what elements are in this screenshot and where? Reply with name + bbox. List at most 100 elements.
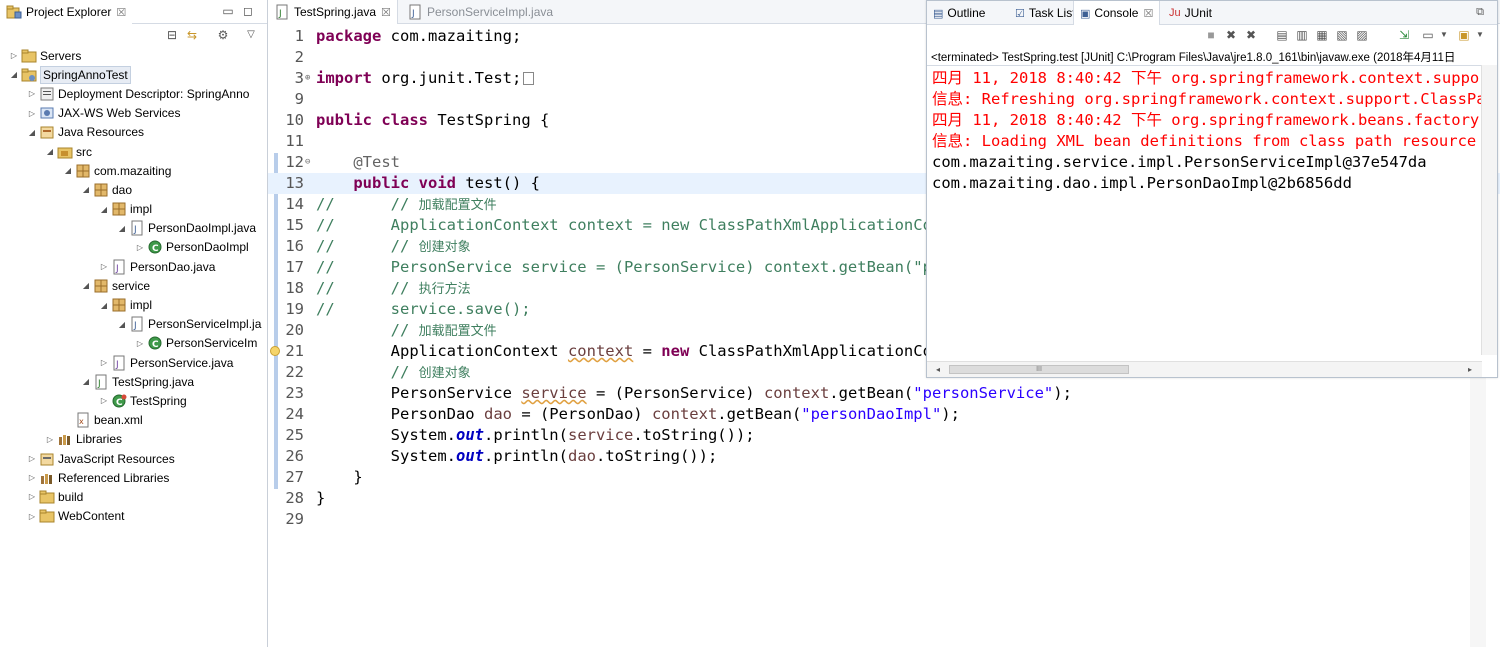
expand-fold-icon[interactable]: ⊕: [305, 68, 310, 89]
collapsed-twisty-icon[interactable]: ▷: [98, 358, 110, 367]
remove-launch-icon[interactable]: ✖: [1224, 28, 1238, 42]
tree-item[interactable]: ◢ impl: [0, 200, 267, 219]
expanded-twisty-icon[interactable]: ◢: [80, 185, 92, 194]
clear-console-icon[interactable]: ▤: [1275, 28, 1289, 42]
show-on-error-icon[interactable]: ▨: [1355, 28, 1369, 42]
code-line[interactable]: 25 System.out.println(service.toString()…: [268, 425, 1500, 446]
scrollbar-thumb[interactable]: III: [949, 365, 1129, 374]
tree-item[interactable]: ▷ C TestSpring: [0, 391, 267, 410]
pin-console-icon[interactable]: ⇲: [1397, 28, 1411, 42]
tree-item[interactable]: ▷ build: [0, 487, 267, 506]
link-with-editor-icon[interactable]: ⇆: [185, 28, 199, 42]
scroll-left-icon[interactable]: ◂: [931, 363, 945, 377]
collapsed-twisty-icon[interactable]: ▷: [44, 435, 56, 444]
collapsed-twisty-icon[interactable]: ▷: [26, 109, 38, 118]
console-output[interactable]: 四月 11, 2018 8:40:42 下午 org.springframewo…: [927, 65, 1482, 356]
editor-tab[interactable]: J PersonServiceImpl.java: [401, 0, 559, 24]
minimize-icon[interactable]: ▭: [221, 4, 235, 18]
expanded-twisty-icon[interactable]: ◢: [80, 377, 92, 386]
interface-file-icon: J: [111, 355, 127, 371]
editor-tab[interactable]: J TestSpring.java ☒: [268, 0, 398, 24]
close-icon[interactable]: ☒: [1143, 7, 1153, 20]
tree-item[interactable]: ▷ WebContent: [0, 507, 267, 526]
tree-item[interactable]: ◢ impl: [0, 295, 267, 314]
tree-item[interactable]: ▷ JavaScript Resources: [0, 449, 267, 468]
expanded-twisty-icon[interactable]: ◢: [98, 205, 110, 214]
console-area-tab[interactable]: ▤ Outline: [927, 1, 991, 25]
collapsed-twisty-icon[interactable]: ▷: [26, 454, 38, 463]
code-line[interactable]: 27 }: [268, 467, 1500, 488]
expanded-twisty-icon[interactable]: ◢: [98, 301, 110, 310]
tree-item[interactable]: ▷ JAX-WS Web Services: [0, 104, 267, 123]
tree-item[interactable]: ▷ Libraries: [0, 430, 267, 449]
close-icon[interactable]: ☒: [381, 6, 391, 19]
javascript-icon: [39, 451, 55, 467]
tree-item[interactable]: ◢ J TestSpring.java: [0, 372, 267, 391]
tree-item[interactable]: ◢ dao: [0, 180, 267, 199]
chevron-down-icon[interactable]: ▼: [1437, 28, 1451, 42]
collapsed-twisty-icon[interactable]: ▷: [134, 339, 146, 348]
close-icon[interactable]: ☒: [116, 6, 126, 19]
tree-item[interactable]: ▷ Referenced Libraries: [0, 468, 267, 487]
tree-item[interactable]: ◢ J PersonServiceImpl.ja: [0, 315, 267, 334]
view-menu-options-icon[interactable]: ⚙: [216, 28, 230, 42]
console-area-tab[interactable]: ☑ Task List: [1009, 1, 1082, 25]
tree-item[interactable]: ◢ com.mazaiting: [0, 161, 267, 180]
display-selected-console-icon[interactable]: ▭: [1421, 28, 1435, 42]
code-line[interactable]: 26 System.out.println(dao.toString());: [268, 446, 1500, 467]
expanded-twisty-icon[interactable]: ◢: [80, 281, 92, 290]
tree-item[interactable]: ◢ Java Resources: [0, 123, 267, 142]
show-on-output-icon[interactable]: ▧: [1335, 28, 1349, 42]
expanded-twisty-icon[interactable]: ◢: [44, 147, 56, 156]
scroll-lock-icon[interactable]: ▥: [1295, 28, 1309, 42]
scroll-right-icon[interactable]: ▸: [1463, 363, 1477, 377]
tab-project-explorer[interactable]: Project Explorer ☒: [0, 0, 133, 24]
tree-item[interactable]: ◢ src: [0, 142, 267, 161]
collapse-fold-icon[interactable]: ⊖: [305, 152, 310, 173]
collapsed-twisty-icon[interactable]: ▷: [98, 396, 110, 405]
collapse-all-icon[interactable]: ⊟: [165, 28, 179, 42]
chevron-down-icon[interactable]: ▼: [1473, 28, 1487, 42]
console-area-tab[interactable]: Ju JUnit: [1163, 1, 1218, 25]
terminate-icon[interactable]: ■: [1204, 28, 1218, 42]
tree-item[interactable]: ▷ C PersonDaoImpl: [0, 238, 267, 257]
expanded-twisty-icon[interactable]: ◢: [26, 128, 38, 137]
tree-item[interactable]: ▷ Servers: [0, 46, 267, 65]
console-area-tab[interactable]: ▣ Console ☒: [1073, 1, 1161, 25]
line-number: 12: [285, 153, 304, 171]
expanded-twisty-icon[interactable]: ◢: [116, 224, 128, 233]
console-process-header: <terminated> TestSpring.test [JUnit] C:\…: [931, 52, 1456, 64]
console-horizontal-scrollbar[interactable]: ◂ III ▸: [927, 361, 1482, 377]
restore-icon[interactable]: ⧉: [1473, 5, 1487, 19]
tree-item[interactable]: ▷ J PersonService.java: [0, 353, 267, 372]
code-line[interactable]: 28}: [268, 488, 1500, 509]
tree-item[interactable]: ◢ SpringAnnoTest: [0, 65, 267, 84]
collapsed-twisty-icon[interactable]: ▷: [98, 262, 110, 271]
expanded-twisty-icon[interactable]: ◢: [8, 70, 20, 79]
tree-item[interactable]: ▷ Deployment Descriptor: SpringAnno: [0, 84, 267, 103]
expanded-twisty-icon[interactable]: ◢: [62, 166, 74, 175]
tree-item[interactable]: ◢ service: [0, 276, 267, 295]
tree-item[interactable]: ▷ J PersonDao.java: [0, 257, 267, 276]
tree-item[interactable]: ◢ J PersonDaoImpl.java: [0, 219, 267, 238]
warning-marker-icon[interactable]: [270, 346, 280, 356]
collapsed-twisty-icon[interactable]: ▷: [26, 89, 38, 98]
code-line[interactable]: 24 PersonDao dao = (PersonDao) context.g…: [268, 404, 1500, 425]
collapsed-twisty-icon[interactable]: ▷: [26, 512, 38, 521]
code-line[interactable]: 23 PersonService service = (PersonServic…: [268, 383, 1500, 404]
maximize-icon[interactable]: ◻: [241, 4, 255, 18]
tree-item[interactable]: x bean.xml: [0, 411, 267, 430]
remove-all-launches-icon[interactable]: ✖: [1244, 28, 1258, 42]
junit-file-icon: J: [93, 374, 109, 390]
expanded-twisty-icon[interactable]: ◢: [116, 320, 128, 329]
view-menu-icon[interactable]: ▽: [244, 28, 258, 42]
code-line[interactable]: 29: [268, 509, 1500, 530]
collapsed-twisty-icon[interactable]: ▷: [26, 492, 38, 501]
console-vertical-scrollbar[interactable]: [1481, 65, 1497, 355]
word-wrap-icon[interactable]: ▦: [1315, 28, 1329, 42]
open-console-icon[interactable]: ▣: [1457, 28, 1471, 42]
tree-item[interactable]: ▷ C PersonServiceIm: [0, 334, 267, 353]
collapsed-twisty-icon[interactable]: ▷: [26, 473, 38, 482]
collapsed-twisty-icon[interactable]: ▷: [134, 243, 146, 252]
collapsed-twisty-icon[interactable]: ▷: [8, 51, 20, 60]
